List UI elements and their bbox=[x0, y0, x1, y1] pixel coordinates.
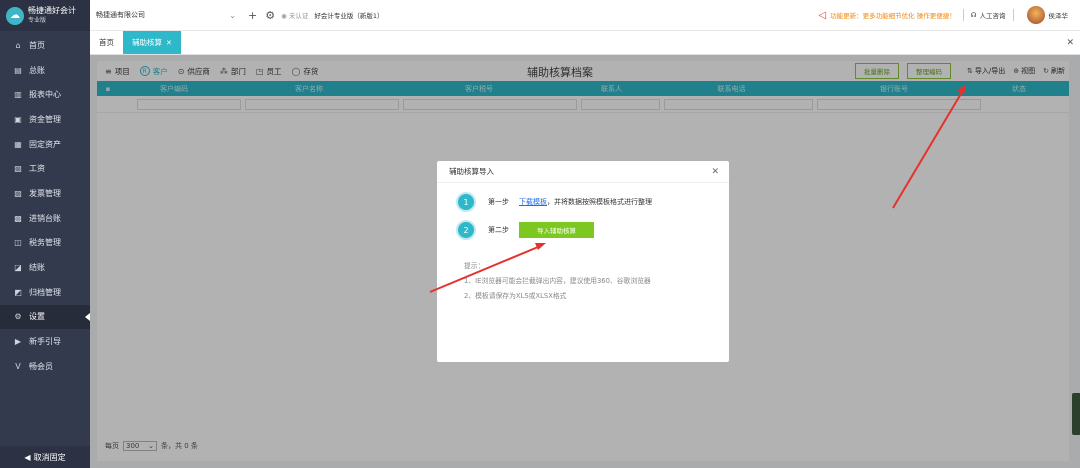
archive-icon: ◩ bbox=[14, 287, 22, 297]
sidebar-item[interactable]: V 畅会员 bbox=[0, 354, 90, 379]
sidebar-item-label: 税务管理 bbox=[29, 238, 61, 248]
headset-icon: ☊ bbox=[970, 11, 977, 19]
sidebar-item[interactable]: ▥ 报表中心 bbox=[0, 82, 90, 107]
update-notice[interactable]: ◁ 功能更新：更多功能细节优化 操作更便捷！ bbox=[818, 10, 955, 21]
tip-item: 1、IE浏览器可能会拦截弹出内容，建议使用360、谷歌浏览器 bbox=[464, 277, 651, 285]
add-icon[interactable]: + bbox=[248, 9, 257, 22]
sidebar-item[interactable]: ◩ 归档管理 bbox=[0, 280, 90, 305]
unpin-sidebar-button[interactable]: ◀ 取消固定 bbox=[0, 446, 90, 468]
sidebar-item[interactable]: ⚙ 设置 bbox=[0, 304, 90, 330]
close-icon[interactable]: ✕ bbox=[711, 167, 719, 177]
sidebar-item[interactable]: ◫ 税务管理 bbox=[0, 231, 90, 256]
step-one: 1 第一步 下载模板 ，并将数据按照模板格式进行整理 bbox=[458, 194, 652, 210]
tab-label: 首页 bbox=[99, 38, 114, 47]
sidebar-item[interactable]: ▨ 发票管理 bbox=[0, 181, 90, 206]
step-label: 第一步 bbox=[488, 198, 509, 206]
tips-title: 提示： bbox=[464, 262, 485, 270]
company-name: 畅捷通有限公司 bbox=[96, 11, 145, 19]
close-icon[interactable]: ✕ bbox=[166, 39, 172, 47]
speaker-icon: ◁ bbox=[818, 9, 827, 21]
side-panel-handle[interactable] bbox=[1072, 393, 1080, 435]
top-bar: 畅捷通有限公司 ⌄ + ⚙ ◉ 未认证 好会计专业版（新版1） ◁ 功能更新：更… bbox=[90, 0, 1080, 31]
company-selector[interactable]: 畅捷通有限公司 ⌄ bbox=[96, 10, 236, 20]
sidebar-item-label: 归档管理 bbox=[29, 287, 61, 297]
sidebar-item-label: 总账 bbox=[29, 65, 45, 75]
tab-bar: 首页 辅助核算 ✕ ✕ bbox=[90, 31, 1080, 55]
sidebar-item-label: 畅会员 bbox=[29, 361, 53, 371]
tax-icon: ◫ bbox=[14, 238, 22, 248]
sidebar-item[interactable]: ▧ 工资 bbox=[0, 156, 90, 181]
close-period-icon: ◪ bbox=[14, 263, 22, 273]
divider bbox=[962, 9, 964, 21]
support-button[interactable]: ☊ 人工咨询 bbox=[971, 10, 1006, 20]
username[interactable]: 侯泽华 bbox=[1049, 10, 1069, 20]
tab-home[interactable]: 首页 bbox=[90, 31, 123, 54]
download-template-link[interactable]: 下载模板 bbox=[519, 197, 547, 207]
auth-status[interactable]: ◉ 未认证 bbox=[281, 10, 308, 20]
avatar[interactable] bbox=[1026, 6, 1045, 24]
home-icon: ⌂ bbox=[15, 40, 21, 50]
sidebar-item-label: 工资 bbox=[29, 164, 45, 174]
sidebar-item[interactable]: ▩ 进销台账 bbox=[0, 206, 90, 231]
support-label: 人工咨询 bbox=[979, 12, 1006, 20]
tab-auxiliary-accounting[interactable]: 辅助核算 ✕ bbox=[123, 31, 181, 54]
sidebar-item-label: 资金管理 bbox=[29, 114, 61, 124]
divider bbox=[1012, 9, 1014, 21]
unpin-label: 取消固定 bbox=[33, 452, 66, 462]
sidebar-item-label: 结账 bbox=[29, 263, 45, 273]
asset-icon: ▦ bbox=[14, 139, 22, 149]
chart-icon: ▥ bbox=[14, 90, 22, 100]
guide-icon: ▶ bbox=[14, 337, 22, 347]
invoice-icon: ▨ bbox=[14, 188, 22, 198]
vip-icon: V bbox=[15, 361, 21, 371]
sidebar-item[interactable]: ▶ 新手引导 bbox=[0, 329, 90, 354]
logo-name: 畅捷通好会计 bbox=[28, 5, 76, 15]
tips: 提示： 1、IE浏览器可能会拦截弹出内容，建议使用360、谷歌浏览器 2、模板请… bbox=[464, 259, 651, 304]
sidebar-item-label: 发票管理 bbox=[29, 188, 61, 198]
step-number: 2 bbox=[458, 222, 474, 238]
sidebar-item[interactable]: ▤ 总账 bbox=[0, 58, 90, 83]
close-all-tabs-icon[interactable]: ✕ bbox=[1066, 31, 1080, 54]
shield-icon: ◉ bbox=[281, 12, 287, 20]
import-dialog: 辅助核算导入 ✕ 1 第一步 下载模板 ，并将数据按照模板格式进行整理 2 第二… bbox=[437, 161, 729, 362]
step-text: ，并将数据按照模板格式进行整理 bbox=[547, 198, 652, 206]
sidebar-item-label: 固定资产 bbox=[29, 139, 61, 149]
auth-label: 未认证 bbox=[288, 12, 309, 20]
sidebar-item-label: 首页 bbox=[29, 40, 45, 50]
sidebar-item-label: 进销台账 bbox=[29, 213, 61, 223]
stock-icon: ▩ bbox=[14, 213, 22, 223]
sidebar: ☁ 畅捷通好会计 专业版 ⌂ 首页 ▤ 总账 ▥ 报表中心 ▣ 资金管理 ▦ 固定资产 ▧ 工资 ▨ 发票… bbox=[0, 0, 90, 468]
salary-icon: ▧ bbox=[14, 164, 22, 174]
notice-text: 功能更新：更多功能细节优化 操作更便捷！ bbox=[830, 12, 956, 20]
product-name: 好会计专业版（新版1） bbox=[314, 12, 384, 20]
app-logo[interactable]: ☁ 畅捷通好会计 专业版 bbox=[0, 0, 90, 31]
sidebar-item[interactable]: ⌂ 首页 bbox=[0, 33, 90, 58]
sidebar-item[interactable]: ▦ 固定资产 bbox=[0, 132, 90, 157]
sidebar-item-label: 报表中心 bbox=[29, 90, 61, 100]
step-label: 第二步 bbox=[488, 226, 509, 234]
sidebar-nav: ⌂ 首页 ▤ 总账 ▥ 报表中心 ▣ 资金管理 ▦ 固定资产 ▧ 工资 ▨ 发票管理 ▩ 进销台账 ◫ 税务管理 ◪… bbox=[0, 33, 90, 379]
logo-sub: 专业版 bbox=[28, 16, 47, 24]
ledger-icon: ▤ bbox=[14, 65, 22, 75]
sidebar-item[interactable]: ◪ 结账 bbox=[0, 255, 90, 280]
sidebar-item-label: 新手引导 bbox=[29, 337, 61, 347]
import-auxiliary-button[interactable]: 导入辅助核算 bbox=[519, 222, 594, 238]
dialog-title: 辅助核算导入 bbox=[449, 167, 494, 176]
gear-icon[interactable]: ⚙ bbox=[265, 9, 275, 22]
tip-item: 2、模板请保存为XLS或XLSX格式 bbox=[464, 292, 567, 300]
bank-icon: ▣ bbox=[14, 114, 22, 124]
gear-icon: ⚙ bbox=[14, 312, 22, 322]
unpin-icon: ◀ bbox=[24, 452, 31, 462]
cloud-logo-icon: ☁ bbox=[6, 6, 24, 25]
sidebar-item-label: 设置 bbox=[29, 312, 45, 322]
tab-label: 辅助核算 bbox=[132, 38, 162, 47]
step-number: 1 bbox=[458, 194, 474, 210]
step-two: 2 第二步 导入辅助核算 bbox=[458, 222, 594, 238]
chevron-down-icon: ⌄ bbox=[229, 10, 236, 20]
sidebar-item[interactable]: ▣ 资金管理 bbox=[0, 107, 90, 132]
